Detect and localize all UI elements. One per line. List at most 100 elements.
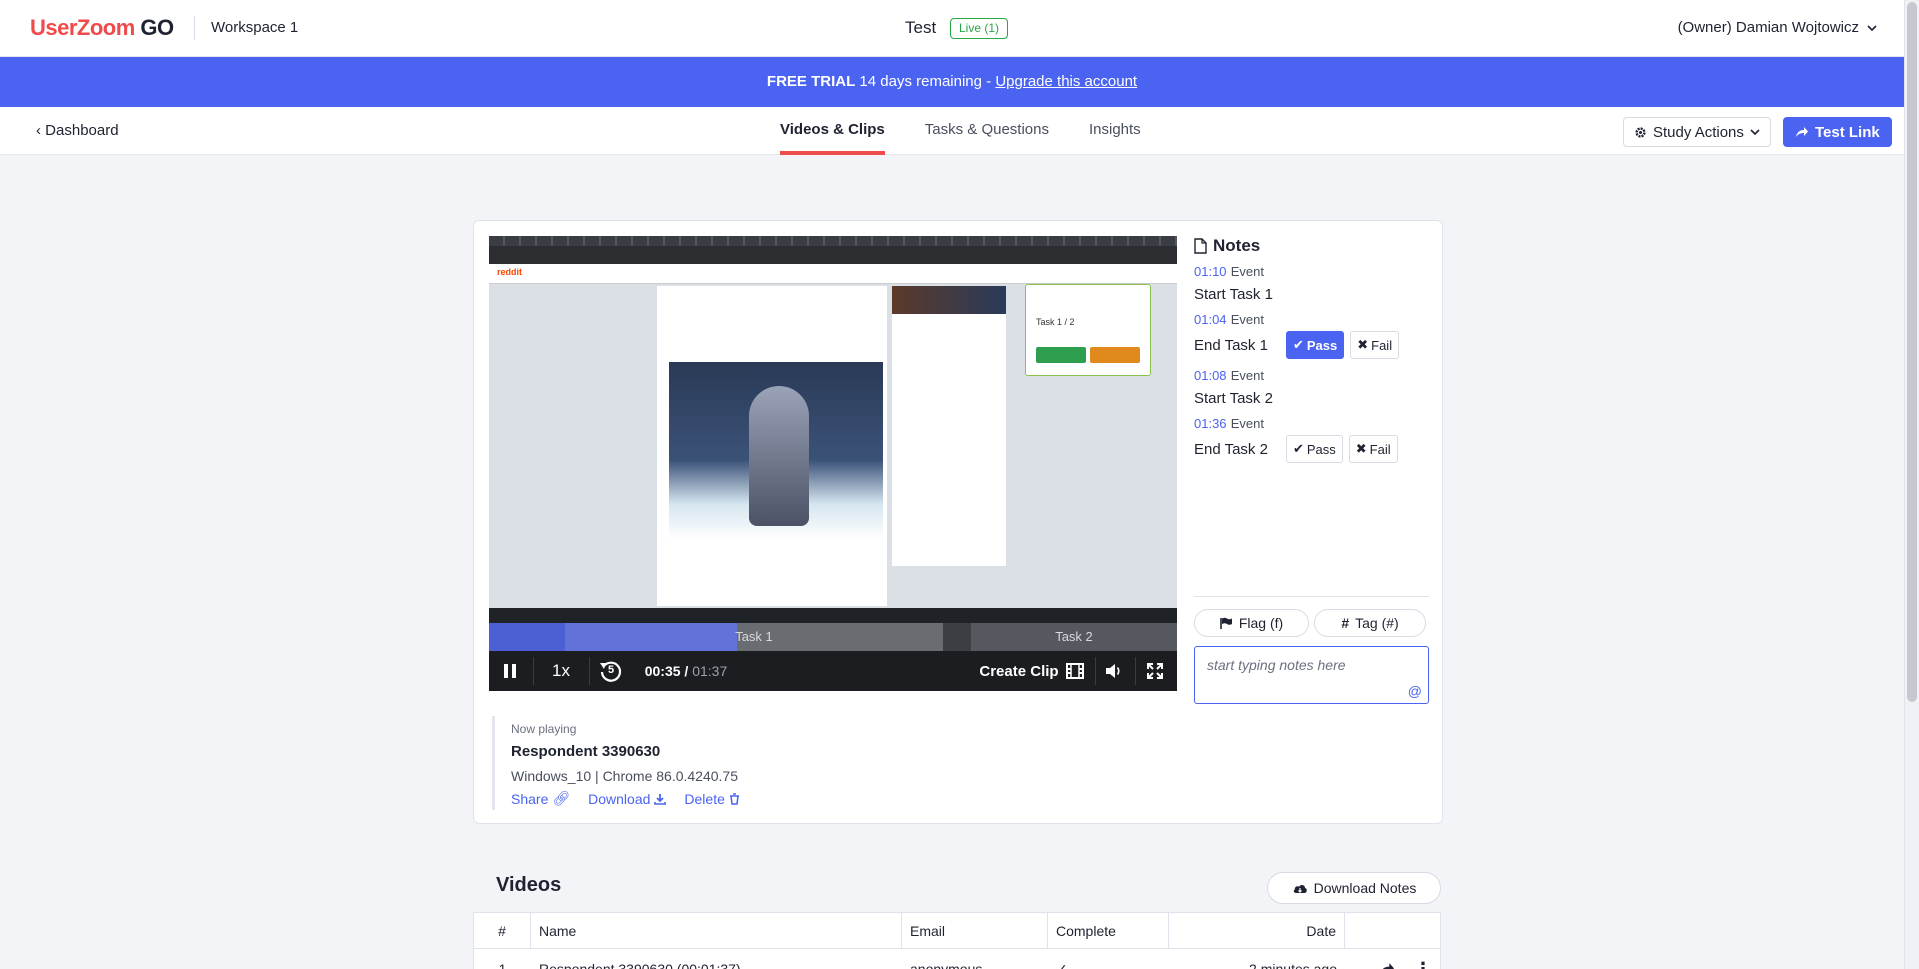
note-timestamp[interactable]: 01:08 <box>1194 368 1227 383</box>
fail-label: Fail <box>1371 337 1393 353</box>
volume-icon <box>1105 663 1123 679</box>
timeline-task-2[interactable]: Task 2 <box>971 623 1177 651</box>
now-playing-label: Now playing <box>511 722 577 736</box>
logo-main: UserZoom <box>30 15 135 40</box>
share-link[interactable]: Share 🔗︎ <box>511 790 570 807</box>
tab-list: Videos & Clips Tasks & Questions Insight… <box>780 107 1141 155</box>
column-header-number[interactable]: # <box>474 913 531 949</box>
pass-button[interactable]: ✔ Pass <box>1285 331 1345 359</box>
check-icon: ✔ <box>1292 441 1304 456</box>
film-icon[interactable] <box>1063 651 1087 691</box>
row-number: 1 <box>498 961 507 969</box>
delete-link[interactable]: Delete <box>684 790 739 807</box>
share-label: Share <box>511 790 549 807</box>
upgrade-link[interactable]: Upgrade this account <box>995 73 1137 90</box>
popup-complete-button <box>1090 347 1140 363</box>
notes-title: Notes <box>1213 236 1261 255</box>
recording-screen[interactable]: reddit Task 1 / 2 <box>489 236 1177 623</box>
pass-label: Pass <box>1306 441 1336 457</box>
column-header-date[interactable]: Date <box>1169 913 1345 949</box>
fail-button[interactable]: ✖ Fail <box>1350 331 1400 359</box>
row-email: anonymous <box>910 961 983 969</box>
pause-button[interactable] <box>495 651 525 691</box>
tag-button[interactable]: # Tag (#) <box>1314 609 1426 637</box>
note-task-label: Start Task 1 <box>1194 286 1273 303</box>
note-result-row: End Task 2 ✔ Pass ✖ Fail <box>1194 435 1429 463</box>
owner-name: (Owner) Damian Wojtowicz <box>1677 19 1859 36</box>
notes-input[interactable]: start typing notes here @ <box>1194 646 1429 704</box>
recorded-reddit-header: reddit <box>489 264 1177 284</box>
create-clip-button[interactable]: Create Clip <box>979 651 1059 691</box>
videos-heading: Videos <box>496 874 562 896</box>
delete-label: Delete <box>684 790 725 807</box>
column-header-complete[interactable]: Complete <box>1048 913 1169 949</box>
expand-icon <box>1147 663 1163 679</box>
row-complete-check: ✓ <box>1056 961 1068 969</box>
test-link-label: Test Link <box>1815 123 1880 141</box>
recorded-browser-tabs <box>489 236 1177 246</box>
recorded-browser-bar <box>489 236 1177 266</box>
note-entry: 01:04 Event End Task 1 ✔ Pass ✖ Fail <box>1194 311 1429 359</box>
check-icon: ✔ <box>1292 337 1304 352</box>
flag-button[interactable]: Flag (f) <box>1194 609 1309 637</box>
fail-label: Fail <box>1369 441 1391 457</box>
task-timeline[interactable]: Task 1 Task 2 <box>489 623 1177 651</box>
userzoom-logo[interactable]: UserZoom GO <box>30 15 174 41</box>
column-header-name[interactable]: Name <box>531 913 902 949</box>
pass-button[interactable]: ✔ Pass <box>1285 435 1343 463</box>
note-timestamp[interactable]: 01:10 <box>1194 264 1227 279</box>
video-actions: Share 🔗︎ Download Delete <box>511 790 992 807</box>
respondent-name: Respondent 3390630 <box>511 743 661 760</box>
share-arrow-icon[interactable] <box>1378 962 1396 969</box>
workspace-name[interactable]: Workspace 1 <box>211 19 298 36</box>
note-timestamp[interactable]: 01:04 <box>1194 312 1227 327</box>
more-options-icon[interactable]: ⋮ <box>1414 949 1432 969</box>
video-player[interactable]: reddit Task 1 / 2 Task 1 Task 2 1x 5 00:… <box>489 236 1177 691</box>
account-menu[interactable]: (Owner) Damian Wojtowicz <box>1678 19 1877 36</box>
timeline-task-1[interactable]: Task 1 <box>565 623 943 651</box>
note-event-type: Event <box>1230 368 1264 383</box>
page-scrollbar[interactable] <box>1904 0 1919 969</box>
back-label: Dashboard <box>45 122 119 139</box>
player-controls: 1x 5 00:35 / 01:37 Create Clip <box>489 651 1177 691</box>
gear-icon <box>1634 126 1647 139</box>
dashboard-back-link[interactable]: ‹ Dashboard <box>36 122 119 139</box>
popup-hide-button <box>1036 347 1086 363</box>
chevron-down-icon <box>1750 127 1760 137</box>
note-event-type: Event <box>1230 312 1264 327</box>
study-actions-button[interactable]: Study Actions <box>1623 117 1771 147</box>
control-separator <box>533 657 534 685</box>
row-name[interactable]: Respondent 3390630 (00:01:37) <box>531 949 902 969</box>
videos-table: # Name Email Complete Date 1 Respondent … <box>473 912 1441 969</box>
study-actions-label: Study Actions <box>1653 123 1744 141</box>
test-link-button[interactable]: Test Link <box>1783 117 1892 147</box>
notes-input-placeholder: start typing notes here <box>1207 657 1346 673</box>
communities-header <box>892 286 1006 314</box>
fullscreen-button[interactable] <box>1141 651 1169 691</box>
control-separator <box>589 657 590 685</box>
fail-button[interactable]: ✖ Fail <box>1348 435 1398 463</box>
column-header-email[interactable]: Email <box>902 913 1048 949</box>
playback-speed-button[interactable]: 1x <box>541 651 581 691</box>
mention-icon[interactable]: @ <box>1408 683 1422 699</box>
header-divider <box>194 16 195 40</box>
volume-button[interactable] <box>1101 651 1127 691</box>
tab-videos-clips[interactable]: Videos & Clips <box>780 107 885 155</box>
flag-icon <box>1220 617 1233 630</box>
tab-tasks-questions[interactable]: Tasks & Questions <box>925 107 1049 155</box>
test-title: Test <box>905 18 937 37</box>
timeline-gap <box>943 623 971 651</box>
download-notes-button[interactable]: Download Notes <box>1267 872 1441 904</box>
tab-insights[interactable]: Insights <box>1089 107 1141 155</box>
tag-label: Tag (#) <box>1355 615 1399 631</box>
table-row[interactable]: 1 Respondent 3390630 (00:01:37) anonymou… <box>474 949 1440 969</box>
row-date: 2 minutes ago <box>1249 961 1337 969</box>
download-link[interactable]: Download <box>588 790 667 807</box>
current-time: 00:35 <box>644 663 681 679</box>
video-card: reddit Task 1 / 2 Task 1 Task 2 1x 5 00:… <box>473 220 1443 824</box>
flag-label: Flag (f) <box>1238 615 1284 631</box>
rewind-5-button[interactable]: 5 <box>597 651 625 691</box>
rewind-icon: 5 <box>598 658 624 684</box>
scrollbar-thumb[interactable] <box>1907 2 1917 702</box>
note-timestamp[interactable]: 01:36 <box>1194 416 1227 431</box>
